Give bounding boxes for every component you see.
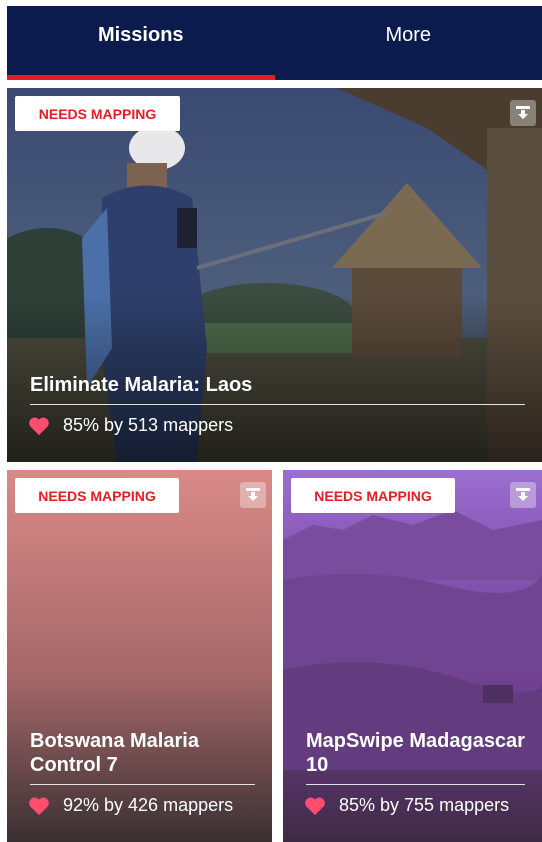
download-icon xyxy=(516,488,530,501)
download-icon xyxy=(516,106,530,119)
divider xyxy=(30,784,255,785)
download-button[interactable] xyxy=(510,100,536,126)
mission-title: Eliminate Malaria: Laos xyxy=(30,374,253,396)
mission-title: MapSwipe Madagascar 10 xyxy=(306,730,525,776)
tab-missions[interactable]: Missions xyxy=(7,6,275,80)
status-badge: NEEDS MAPPING xyxy=(15,96,180,131)
heart-icon xyxy=(305,797,325,815)
mission-card-botswana[interactable]: NEEDS MAPPING Botswana Malaria Control 7… xyxy=(7,470,272,842)
download-button[interactable] xyxy=(240,482,266,508)
divider xyxy=(306,784,525,785)
mission-info: MapSwipe Madagascar 10 85% by 755 mapper… xyxy=(305,729,525,816)
mission-stats-text: 85% by 755 mappers xyxy=(339,795,510,815)
mission-stats: 92% by 426 mappers xyxy=(29,795,255,816)
mission-stats: 85% by 755 mappers xyxy=(305,795,525,816)
status-badge: NEEDS MAPPING xyxy=(15,478,179,513)
mission-info: Eliminate Malaria: Laos 85% by 513 mappe… xyxy=(29,373,525,436)
heart-icon xyxy=(29,417,49,435)
mission-info: Botswana Malaria Control 7 92% by 426 ma… xyxy=(29,729,255,816)
mission-title: Botswana Malaria Control 7 xyxy=(30,730,199,776)
download-button[interactable] xyxy=(510,482,536,508)
tab-bar: Missions More xyxy=(7,6,542,80)
download-icon xyxy=(246,488,260,501)
mission-card-laos[interactable]: NEEDS MAPPING Eliminate Malaria: Laos 85… xyxy=(7,88,542,462)
mission-card-madagascar[interactable]: NEEDS MAPPING MapSwipe Madagascar 10 85%… xyxy=(283,470,542,842)
mission-stats-text: 85% by 513 mappers xyxy=(63,415,234,435)
divider xyxy=(30,404,525,405)
heart-icon xyxy=(29,797,49,815)
tab-more[interactable]: More xyxy=(275,6,542,80)
mission-stats: 85% by 513 mappers xyxy=(29,415,525,436)
status-badge: NEEDS MAPPING xyxy=(291,478,455,513)
mission-stats-text: 92% by 426 mappers xyxy=(63,795,234,815)
